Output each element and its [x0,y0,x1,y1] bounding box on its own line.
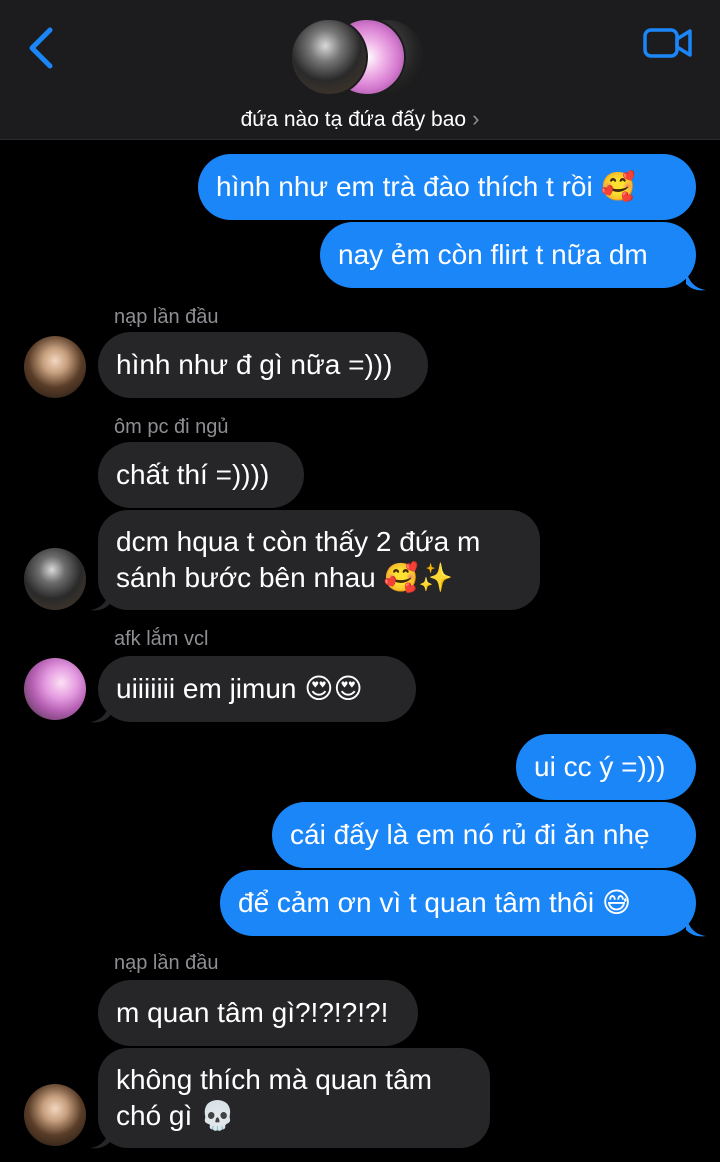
outgoing-message[interactable]: nay ẻm còn flirt t nữa dm [320,222,696,288]
sender-name: nạp lần đầu [114,952,219,974]
incoming-message[interactable]: dcm hqua t còn thấy 2 đứa m sánh bước bê… [98,510,540,610]
outgoing-message[interactable]: ui cc ý =))) [516,734,696,800]
incoming-message[interactable]: chất thí =)))) [98,442,304,508]
avatar[interactable] [24,1084,86,1146]
bubble-tail [686,916,706,937]
incoming-message[interactable]: m quan tâm gì?!?!?!?! [98,980,418,1046]
avatar[interactable] [24,548,86,610]
group-name-label: đứa nào tạ đứa đấy bao [240,108,467,131]
sender-name: nạp lần đầu [114,306,219,328]
incoming-message[interactable]: không thích mà quan tâm chó gì 💀 [98,1048,490,1148]
message-text: ui cc ý =))) [534,751,666,782]
bubble-tail [90,590,110,611]
group-avatar-stack[interactable] [290,18,430,98]
message-text: hình như em trà đào thích t rồi 🥰 [216,171,636,202]
bubble-tail [90,702,110,723]
chevron-right-icon: › [472,106,480,131]
bubble-tail [90,1128,110,1149]
video-call-button[interactable] [642,24,694,62]
video-camera-icon [643,28,692,58]
sender-name: ôm pc đi ngủ [114,416,229,438]
message-text: uiiiiiii em jimun 😍😍 [116,673,363,704]
chevron-left-icon [29,27,53,69]
avatar[interactable] [24,336,86,398]
message-text: sánh bước bên nhau 🥰✨ [116,562,454,593]
message-text: chất thí =)))) [116,459,270,490]
back-button[interactable] [22,24,62,72]
message-text: m quan tâm gì?!?!?!?! [116,997,389,1028]
sender-name: afk lắm vcl [114,628,209,650]
avatar [290,18,368,96]
incoming-message[interactable]: hình như đ gì nữa =))) [98,332,428,398]
outgoing-message[interactable]: hình như em trà đào thích t rồi 🥰 [198,154,696,220]
message-text: dcm hqua t còn thấy 2 đứa m [116,526,481,557]
outgoing-message[interactable]: để cảm ơn vì t quan tâm thôi 😅 [220,870,696,936]
chat-header: đứa nào tạ đứa đấy bao › [0,0,720,140]
message-text: hình như đ gì nữa =))) [116,349,393,380]
message-text: không thích mà quan tâm [116,1064,432,1095]
message-text: nay ẻm còn flirt t nữa dm [338,239,648,270]
message-text: chó gì 💀 [116,1100,235,1131]
group-name[interactable]: đứa nào tạ đứa đấy bao › [0,106,720,132]
avatar[interactable] [24,658,86,720]
message-text: cái đấy là em nó rủ đi ăn nhẹ [290,819,650,850]
message-text: để cảm ơn vì t quan tâm thôi 😅 [238,887,632,918]
outgoing-message[interactable]: cái đấy là em nó rủ đi ăn nhẹ [272,802,696,868]
incoming-message[interactable]: uiiiiiii em jimun 😍😍 [98,656,416,722]
bubble-tail [686,270,706,291]
